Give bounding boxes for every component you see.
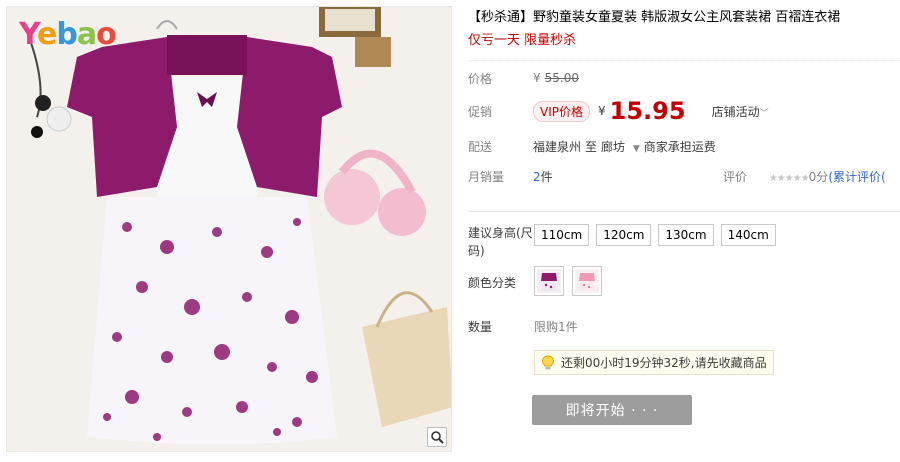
- rating-stars-icon: ★★★★★: [768, 173, 810, 184]
- original-price: 55.00: [544, 71, 579, 85]
- destination-text: 廊坊: [601, 139, 626, 154]
- product-info-panel: 【秒杀通】野豹童装女童夏装 韩版淑女公主风套装裙 百褶连衣裙 仅亏一天 限量秒杀…: [468, 8, 900, 425]
- color-options: [534, 266, 602, 296]
- destination-selector[interactable]: 廊坊 ▼: [601, 138, 644, 155]
- size-label: 建议身高(尺码): [468, 226, 533, 258]
- countdown-text: 还剩00小时19分钟32秒,请先收藏商品: [561, 356, 767, 370]
- review-count-link[interactable]: (累计评价(: [828, 170, 885, 184]
- promo-price: 15.95: [609, 97, 686, 125]
- divider: [468, 211, 900, 212]
- shipping-fee: 商家承担运费: [643, 139, 716, 154]
- shipping-origin: 福建泉州: [533, 139, 582, 154]
- quantity-label: 数量: [468, 320, 493, 334]
- color-label: 颜色分类: [468, 276, 517, 290]
- vip-badge: VIP价格: [533, 100, 590, 122]
- magnifier-icon[interactable]: [427, 427, 447, 447]
- sales-count: 2: [533, 169, 541, 184]
- shipping-to: 至: [585, 139, 598, 154]
- shop-activity-label: 店铺活动: [711, 104, 760, 119]
- size-options: 110cm 120cm 130cm 140cm: [534, 224, 776, 246]
- caret-down-icon: ▼: [632, 143, 640, 154]
- monthly-sales: 2件: [533, 168, 553, 185]
- color-swatch-purple[interactable]: [534, 266, 564, 296]
- product-image[interactable]: Yebao: [6, 6, 452, 452]
- size-option[interactable]: 120cm: [596, 224, 652, 246]
- chevron-down-icon: ﹀: [759, 108, 769, 119]
- promo-currency-symbol: ¥: [598, 104, 606, 118]
- product-title: 【秒杀通】野豹童装女童夏装 韩版淑女公主风套装裙 百褶连衣裙: [468, 10, 841, 25]
- currency-symbol: ¥: [533, 71, 541, 85]
- promo-label: 促销: [468, 104, 493, 119]
- rating-label: 评价: [723, 170, 748, 184]
- bulb-icon: [541, 354, 555, 369]
- color-swatch-pink[interactable]: [572, 266, 602, 296]
- size-option[interactable]: 110cm: [534, 224, 590, 246]
- price-label: 价格: [468, 71, 493, 86]
- shipping-label: 配送: [468, 139, 493, 154]
- sales-unit: 件: [540, 169, 553, 184]
- brand-logo: Yebao: [19, 17, 117, 52]
- product-subtitle: 仅亏一天 限量秒杀: [468, 33, 577, 48]
- size-option[interactable]: 130cm: [658, 224, 714, 246]
- size-option[interactable]: 140cm: [720, 224, 776, 246]
- countdown-notice: 还剩00小时19分钟32秒,请先收藏商品: [534, 350, 774, 375]
- rating-block: 评价 ★★★★★0分(累计评价(: [723, 168, 886, 185]
- coming-soon-button[interactable]: 即将开始 · · ·: [532, 395, 692, 425]
- rating-score: 0分: [808, 170, 829, 184]
- price-box: 价格 ¥ 55.00 促销 VIP价格 ¥ 15.95 店铺活动﹀: [468, 60, 900, 129]
- shop-activity-dropdown[interactable]: 店铺活动﹀: [712, 103, 769, 120]
- quantity-limit: 限购1件: [534, 320, 578, 334]
- sales-label: 月销量: [468, 169, 505, 184]
